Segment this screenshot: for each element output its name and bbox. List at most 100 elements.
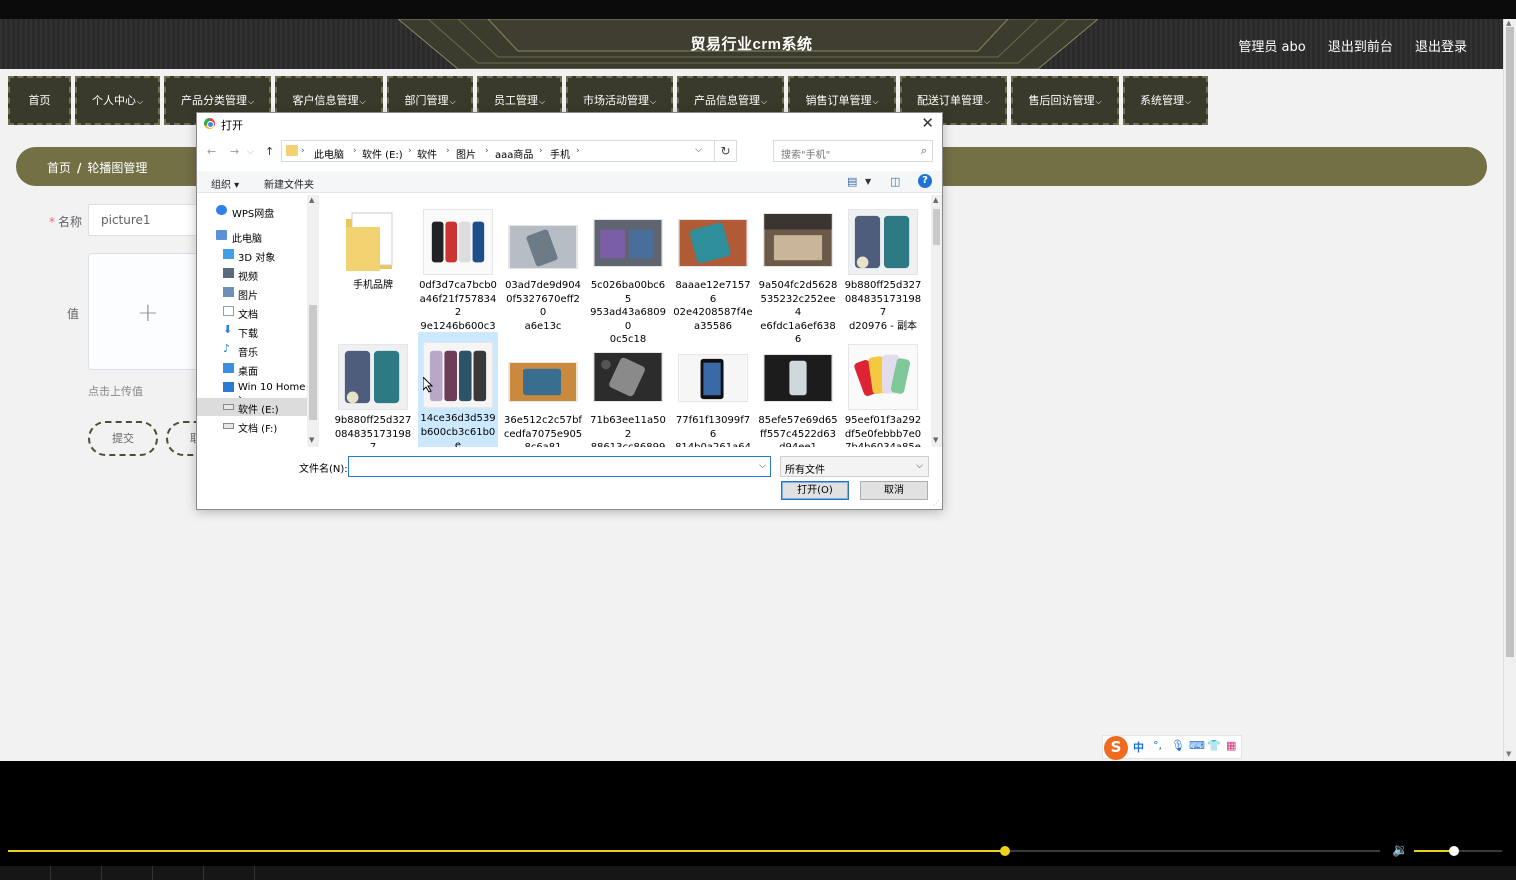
chrome-icon (204, 118, 215, 129)
nav-pane-scrollbar[interactable]: ▲ ▼ (307, 195, 319, 447)
path-segment[interactable]: 手机 (550, 146, 570, 161)
file-item-image[interactable]: 77f61f13099f76814b0a261a64a0cadd (673, 334, 753, 447)
filetype-select[interactable]: 所有文件 ⌵ (780, 456, 929, 477)
view-options-icon[interactable]: ▤ (847, 175, 857, 188)
file-name: 9b880ff25d327 0848351731987 d20976 - 副本 (843, 279, 923, 333)
submit-button[interactable]: 提交 (88, 421, 158, 456)
file-name-line: 14ce36d3d539 (420, 413, 496, 424)
scrollbar-thumb[interactable] (1506, 27, 1514, 657)
address-bar[interactable]: › 此电脑 › 软件 (E:) › 软件 › 图片 › aaa商品 › 手机 ›… (281, 140, 737, 162)
toolbox-icon[interactable]: ▦ (1226, 739, 1236, 752)
nav-pane-item-win10[interactable]: Win 10 Home › (197, 379, 307, 404)
nav-pane-item-wps[interactable]: WPS网盘 (197, 202, 307, 220)
resize-grip-icon[interactable]: ⋰ (933, 499, 940, 507)
nav-pane-item-drive-f[interactable]: 文档 (F:) (197, 417, 307, 435)
dialog-cancel-button[interactable]: 取消 (860, 481, 928, 500)
nav-pane-item-pictures[interactable]: 图片 (197, 284, 307, 302)
skin-icon[interactable]: 👕 (1207, 739, 1221, 752)
file-item-folder[interactable]: 品牌 手机品牌 (333, 199, 413, 329)
nav-item-after-sales[interactable]: 售后回访管理⌵ (1011, 76, 1119, 125)
help-icon[interactable]: ? (918, 174, 932, 188)
file-item-image[interactable]: 9a504fc2d5628 535232c252ee4 e6fdc1a6ef6386 (758, 199, 838, 345)
sogou-logo-icon[interactable]: S (1104, 736, 1128, 760)
file-item-image[interactable]: 9b880ff25d327 0848351731987 d20976 - 副本 (843, 199, 923, 332)
ime-language-toggle[interactable]: 中 (1133, 739, 1144, 755)
file-item-image[interactable]: 71b63ee11a50288613cc86899e59b41e (588, 334, 668, 447)
close-icon[interactable]: ✕ (921, 114, 934, 132)
admin-user-link[interactable]: 管理员 abo (1238, 40, 1305, 55)
recent-chevron-icon[interactable]: ⌵ (247, 147, 254, 157)
scrollbar-thumb[interactable] (309, 305, 317, 420)
volume-icon[interactable]: 🔉 (1392, 843, 1408, 858)
file-item-image[interactable]: 03ad7de9d904 0f5327670eff20 a6e13c (503, 199, 583, 332)
new-folder-button[interactable]: 新建文件夹 (264, 176, 314, 191)
nav-label: 产品信息管理 (693, 94, 760, 107)
breadcrumb-separator: / (77, 161, 82, 175)
file-item-image[interactable]: 85efe57e69d65 ff557c4522d63d94ee1 (758, 334, 838, 447)
scroll-up-icon[interactable]: ▲ (1506, 19, 1511, 27)
file-item-image[interactable]: 8aaae12e71576 02e4208587f4e a35586 (673, 199, 753, 332)
path-segment[interactable]: aaa商品 (495, 146, 533, 161)
scrollbar-thumb[interactable] (933, 209, 940, 245)
scroll-up-icon[interactable]: ▲ (933, 196, 938, 204)
scroll-up-icon[interactable]: ▲ (309, 196, 314, 204)
nav-pane-item-video[interactable]: 视频 (197, 265, 307, 283)
path-segment[interactable]: 此电脑 (314, 146, 344, 161)
nav-pane-label: 3D 对象 (238, 253, 276, 264)
file-item-image[interactable]: 9b880ff25d3270848351731987d20976 (333, 334, 413, 447)
page-scrollbar[interactable]: ▲ ▼ (1503, 19, 1516, 761)
dialog-titlebar: 打开 ✕ (197, 113, 942, 135)
nav-pane-label: 此电脑 (232, 234, 262, 245)
nav-pane-item-documents[interactable]: 文档 (197, 303, 307, 321)
path-segment[interactable]: 图片 (456, 146, 476, 161)
nav-pane-item-downloads[interactable]: ⬇ 下载 (197, 322, 307, 340)
logout-link[interactable]: 退出登录 (1415, 40, 1467, 55)
file-name-line: 5c026ba00bc65 (590, 280, 666, 305)
chevron-down-icon[interactable]: ⌵ (695, 145, 702, 155)
preview-pane-icon[interactable]: ◫ (890, 175, 900, 188)
file-name-line: 535232c252ee4 (760, 293, 836, 319)
open-button[interactable]: 打开(O) (781, 481, 849, 500)
nav-pane-item-desktop[interactable]: 桌面 (197, 360, 307, 378)
file-list-scrollbar[interactable]: ▲ ▼ (931, 195, 942, 447)
filename-input[interactable]: ⌵ (348, 456, 771, 477)
progress-knob[interactable] (1000, 846, 1011, 856)
cloud-icon (216, 205, 227, 215)
file-name-line: 36e512c2c57bf (504, 415, 582, 426)
volume-knob[interactable] (1448, 846, 1459, 856)
back-to-frontend-link[interactable]: 退出到前台 (1328, 40, 1393, 55)
path-segment[interactable]: 软件 (417, 146, 437, 161)
scroll-down-icon[interactable]: ▼ (309, 436, 314, 444)
refresh-icon[interactable]: ↻ (714, 141, 736, 161)
breadcrumb-home[interactable]: 首页 (47, 161, 71, 175)
file-name: 手机品牌 (333, 279, 413, 293)
scroll-down-icon[interactable]: ▼ (1506, 750, 1511, 758)
nav-pane-item-this-pc[interactable]: 此电脑 (197, 227, 307, 245)
up-arrow-icon[interactable]: ↑ (265, 145, 274, 158)
file-item-image[interactable]: 36e512c2c57bf cedfa7075e9058c6a81 (503, 334, 583, 447)
nav-item-personal-center[interactable]: 个人中心⌵ (75, 76, 160, 125)
progress-track[interactable] (8, 850, 1380, 852)
chevron-down-icon[interactable]: ▼ (865, 177, 871, 186)
phone-image-thumbnail (423, 209, 493, 275)
scroll-down-icon[interactable]: ▼ (933, 436, 938, 444)
microphone-icon[interactable]: 🎙 (1171, 739, 1185, 752)
back-arrow-icon[interactable]: ← (207, 145, 216, 158)
keyboard-icon[interactable]: ⌨ (1189, 739, 1205, 752)
chevron-down-icon[interactable]: ⌵ (759, 461, 766, 471)
nav-pane-item-3d[interactable]: 3D 对象 (197, 246, 307, 264)
file-item-image[interactable]: 0df3d7ca7bcb0a46f21f75783429e1246b600c33… (418, 199, 498, 359)
image-uploader[interactable]: + (88, 253, 208, 370)
file-name: 95eef01f3a292 df5e0febbb7e07b4b6034a85e (843, 414, 923, 447)
file-item-image[interactable]: 5c026ba00bc65 953ad43a68090 0c5c18 (588, 199, 668, 345)
nav-pane-item-music[interactable]: ♪ 音乐 (197, 341, 307, 359)
forward-arrow-icon[interactable]: → (230, 145, 239, 158)
nav-item-system[interactable]: 系统管理⌵ (1123, 76, 1208, 125)
path-segment[interactable]: 软件 (E:) (362, 146, 403, 161)
nav-item-home[interactable]: 首页 (8, 76, 71, 125)
organize-button[interactable]: 组织 ▾ (211, 176, 239, 191)
nav-pane-item-drive-e[interactable]: 软件 (E:) (197, 398, 307, 416)
file-item-image[interactable]: 95eef01f3a292 df5e0febbb7e07b4b6034a85e (843, 334, 923, 447)
search-input[interactable]: 搜索"手机" ⌕ (773, 140, 933, 162)
punctuation-icon[interactable]: °, (1153, 739, 1162, 752)
